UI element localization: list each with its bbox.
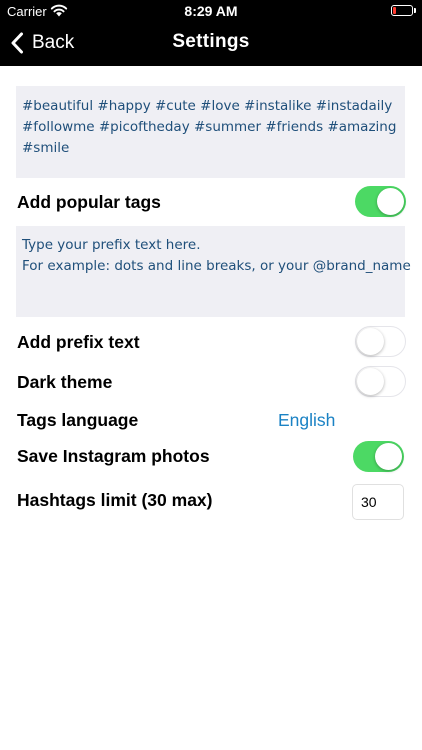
navigation-bar: Carrier 8:29 AM Back Settings (0, 0, 422, 66)
save-instagram-photos-toggle[interactable] (353, 441, 404, 472)
battery-low-icon (391, 5, 413, 16)
toggle-knob (377, 188, 404, 215)
add-prefix-text-label: Add prefix text (17, 332, 140, 352)
tags-language-label: Tags language (17, 410, 139, 430)
dark-theme-toggle[interactable] (355, 366, 406, 397)
prefix-placeholder-line: For example: dots and line breaks, or yo… (22, 258, 411, 274)
battery-level (393, 7, 396, 14)
prefix-placeholder-line: Type your prefix text here. (22, 237, 201, 253)
prefix-text-textarea[interactable]: Type your prefix text here. For example:… (16, 226, 411, 317)
battery-terminal (414, 8, 416, 13)
toggle-knob (357, 367, 384, 395)
hashtags-limit-input[interactable] (352, 484, 404, 520)
add-popular-tags-toggle[interactable] (355, 186, 406, 217)
toggle-knob (357, 327, 384, 355)
dark-theme-label: Dark theme (17, 372, 113, 392)
clock: 8:29 AM (184, 3, 238, 19)
add-prefix-text-toggle[interactable] (355, 326, 406, 357)
page-title: Settings (172, 31, 250, 52)
status-bar: Carrier 8:29 AM (0, 0, 422, 22)
tags-language-selector[interactable]: English (278, 410, 335, 431)
add-popular-tags-label: Add popular tags (17, 192, 161, 212)
popular-tags-textarea[interactable]: #beautiful #happy #cute #love #instalike… (16, 86, 405, 178)
save-instagram-photos-label: Save Instagram photos (17, 446, 210, 466)
hashtags-limit-label: Hashtags limit (30 max) (17, 490, 213, 510)
toggle-knob (375, 443, 402, 470)
